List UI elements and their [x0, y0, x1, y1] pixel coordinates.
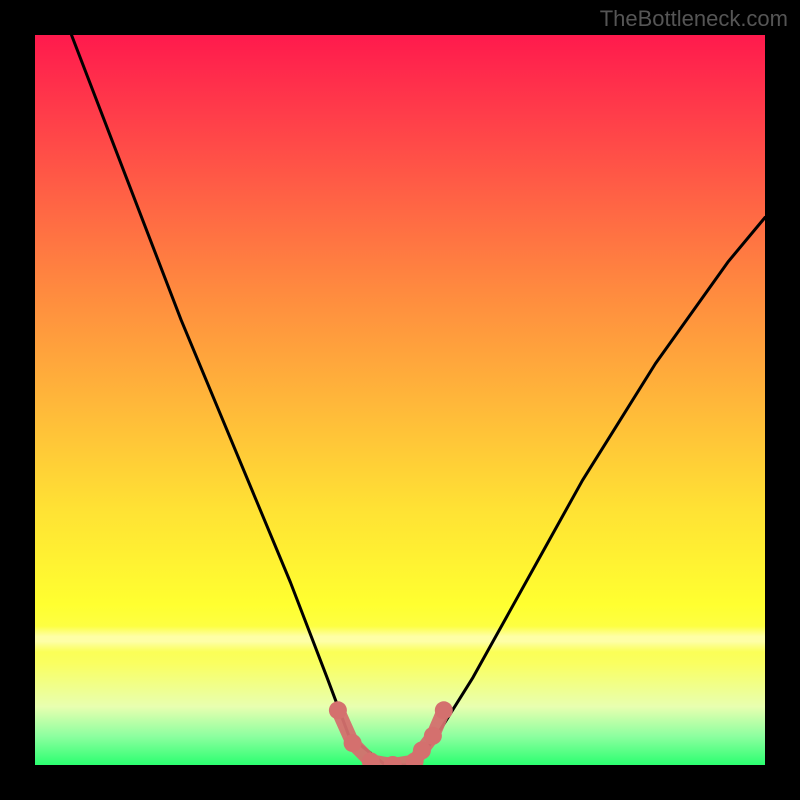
plot-area — [35, 35, 765, 765]
marker-point — [435, 701, 453, 719]
marker-point — [424, 727, 442, 745]
bottleneck-curve-chart — [35, 35, 765, 765]
curve-line — [72, 35, 766, 765]
watermark-text: TheBottleneck.com — [600, 6, 788, 32]
marker-point — [329, 701, 347, 719]
marker-point — [413, 741, 431, 759]
marker-point — [344, 734, 362, 752]
